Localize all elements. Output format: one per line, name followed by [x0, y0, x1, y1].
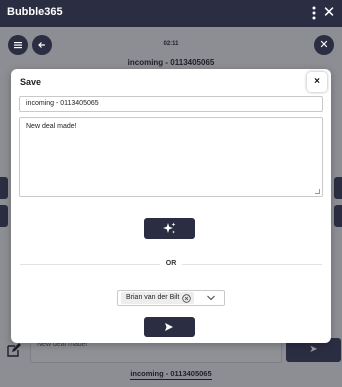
- window-close-icon[interactable]: ✕: [321, 4, 337, 22]
- close-icon: ×: [314, 76, 320, 87]
- call-timer: 02:11: [163, 41, 179, 47]
- title-bar: Bubble365 ✕: [0, 0, 342, 27]
- title-field[interactable]: incoming - 0113405065: [19, 96, 323, 112]
- app-title: Bubble365: [7, 6, 63, 18]
- side-tab-right-1[interactable]: [334, 177, 342, 199]
- assignee-name: Brian van der Bilt: [126, 294, 180, 301]
- call-label: incoming - 0113405065: [127, 58, 215, 67]
- side-tab-left-1[interactable]: [0, 177, 8, 199]
- assignee-chip: Brian van der Bilt: [121, 292, 195, 304]
- send-icon: ➤: [309, 344, 318, 355]
- note-text: New deal made!: [26, 123, 77, 130]
- note-textarea[interactable]: New deal made!: [19, 117, 323, 197]
- remove-chip-icon[interactable]: [182, 293, 192, 303]
- resize-handle[interactable]: [315, 189, 320, 194]
- send-button[interactable]: [144, 317, 195, 337]
- side-tab-right-2[interactable]: [334, 205, 342, 227]
- sparkles-icon: [163, 222, 176, 234]
- more-vert-icon[interactable]: [310, 5, 318, 21]
- side-tab-left-2[interactable]: [0, 205, 8, 227]
- dialog-close-button[interactable]: ×: [307, 72, 327, 92]
- bottom-call-label[interactable]: incoming - 0113405065: [0, 369, 342, 380]
- save-dialog: Save × incoming - 0113405065 New deal ma…: [11, 69, 331, 343]
- edit-icon[interactable]: [6, 342, 22, 358]
- or-separator: OR: [11, 260, 331, 267]
- dialog-title: Save: [20, 77, 42, 87]
- chevron-down-icon[interactable]: [206, 294, 216, 302]
- assignee-select[interactable]: Brian van der Bilt: [117, 290, 225, 306]
- send-icon: [165, 323, 173, 331]
- ai-generate-button[interactable]: [144, 218, 195, 239]
